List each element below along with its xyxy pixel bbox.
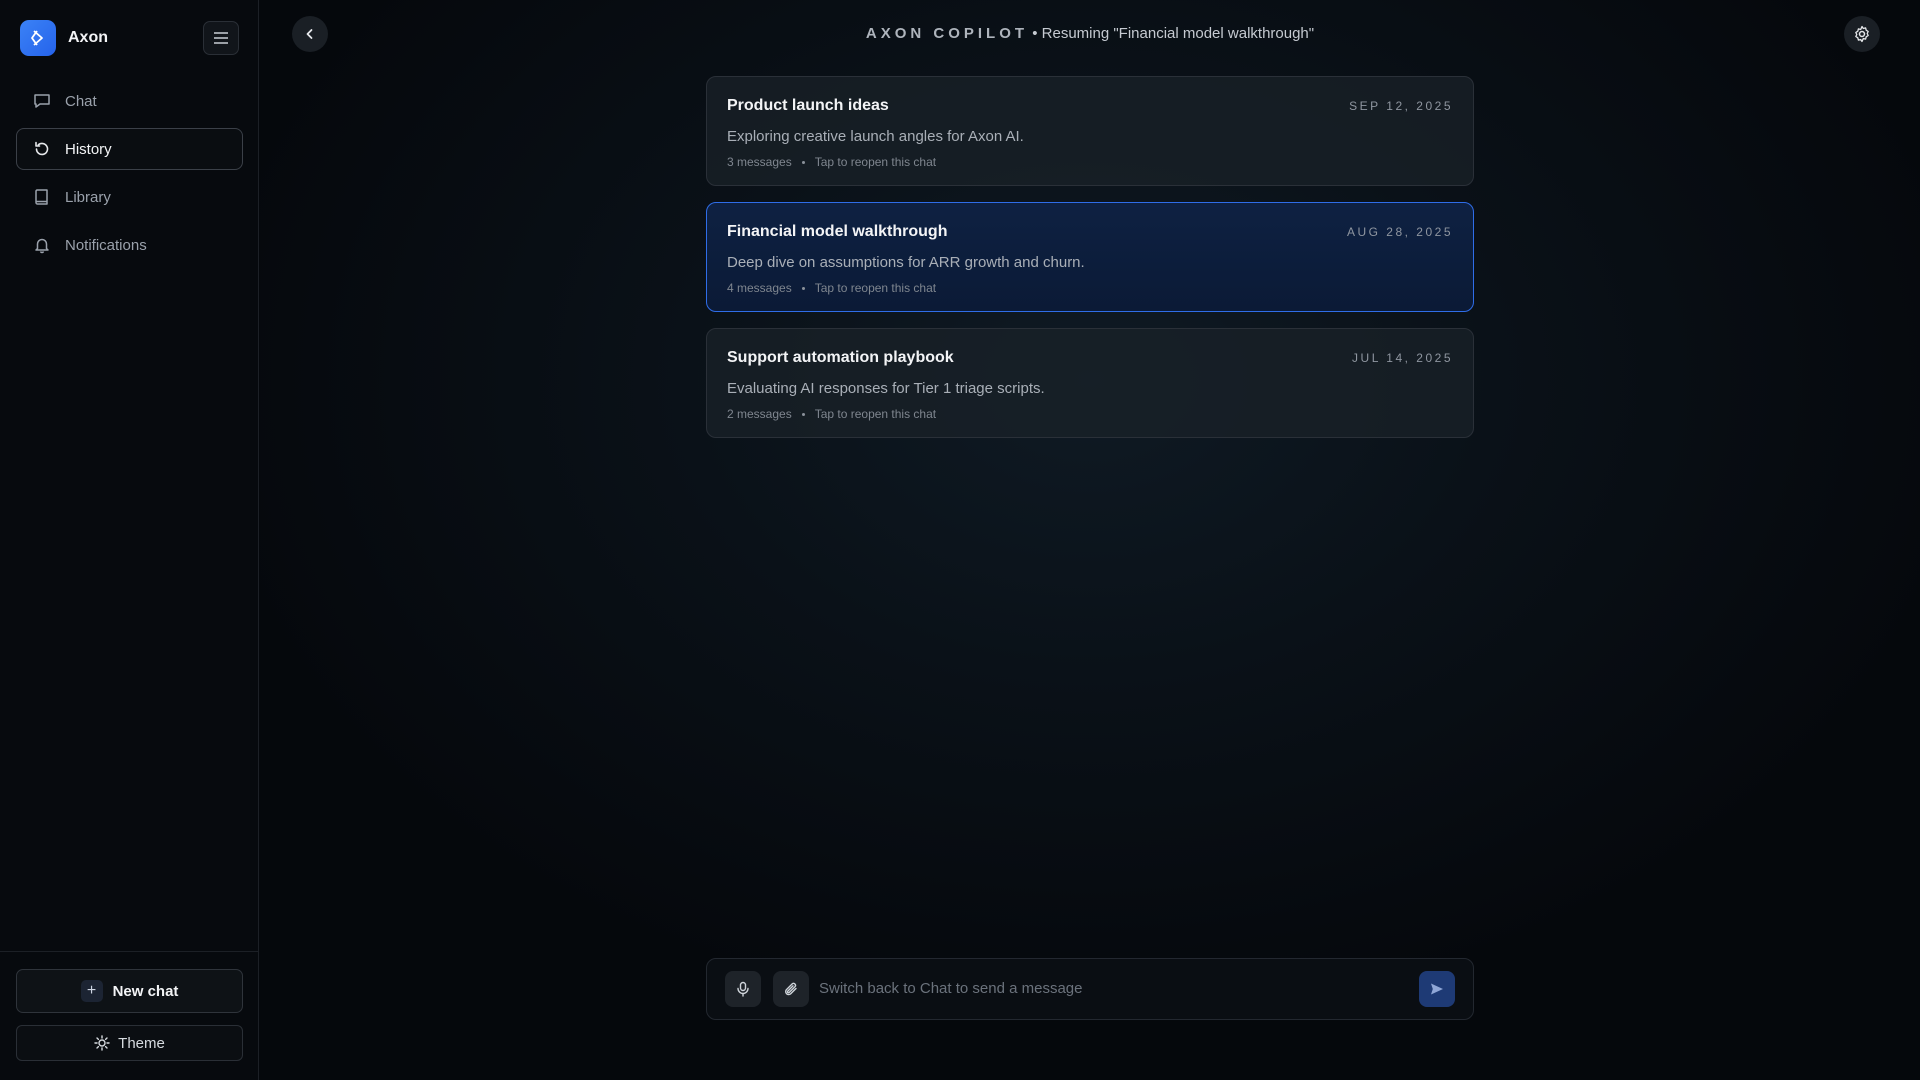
title-status: Resuming "Financial model walkthrough" [1041,25,1315,42]
hamburger-icon [214,32,228,44]
menu-toggle-button[interactable] [203,21,239,55]
main-panel: AXON COPILOT • Resuming "Financial model… [260,0,1920,1080]
new-chat-button[interactable]: + New chat [16,969,243,1013]
plus-icon: + [80,980,103,1002]
app-name: Axon [68,29,108,46]
settings-button[interactable] [1844,16,1880,52]
microphone-button[interactable] [725,971,761,1007]
meta-dot [801,160,805,164]
sidebar: Axon Chat History Library Notifications … [0,0,259,1080]
reopen-hint: Tap to reopen this chat [814,407,937,421]
history-icon [35,141,49,156]
brand[interactable]: Axon [20,20,108,56]
attach-button[interactable] [773,971,809,1007]
sidebar-item-library[interactable]: Library [16,176,243,218]
microphone-icon [737,981,749,997]
card-meta: 3 messages Tap to reopen this chat [727,155,936,169]
page-title: AXON COPILOT • Resuming "Financial model… [260,25,1920,42]
message-count: 4 messages [727,281,792,295]
sidebar-nav: Chat History Library Notifications [16,80,243,272]
message-count: 3 messages [727,155,792,169]
card-description: Exploring creative launch angles for Axo… [727,128,1024,145]
card-date: JUL 14, 2025 [1352,351,1453,365]
history-card[interactable]: Product launch ideas SEP 12, 2025 Explor… [706,76,1474,186]
message-count: 2 messages [727,407,792,421]
paperclip-icon [785,982,797,996]
chat-bubble-icon [34,94,50,108]
history-card[interactable]: Support automation playbook JUL 14, 2025… [706,328,1474,438]
card-title: Product launch ideas [727,97,889,114]
sidebar-item-notifications[interactable]: Notifications [16,224,243,266]
sidebar-footer: + New chat Theme [0,951,259,1080]
history-list: Product launch ideas SEP 12, 2025 Explor… [706,76,1474,454]
card-date: AUG 28, 2025 [1346,225,1453,239]
sun-icon [94,1035,110,1051]
card-description: Evaluating AI responses for Tier 1 triag… [727,380,1045,397]
card-title: Financial model walkthrough [727,223,948,240]
sidebar-item-label: History [65,140,112,158]
meta-dot [801,286,805,290]
card-meta: 4 messages Tap to reopen this chat [727,281,936,295]
card-date: SEP 12, 2025 [1349,99,1453,113]
card-meta: 2 messages Tap to reopen this chat [727,407,936,421]
sidebar-item-label: Library [65,188,111,206]
axon-logo-icon [20,20,56,56]
send-button[interactable] [1419,971,1455,1007]
theme-label: Theme [118,1034,165,1052]
bell-icon [35,238,49,254]
card-title: Support automation playbook [727,349,954,366]
book-icon [35,189,48,205]
sidebar-item-chat[interactable]: Chat [16,80,243,122]
history-card-selected[interactable]: Financial model walkthrough AUG 28, 2025… [706,202,1474,312]
title-brand: AXON COPILOT [865,25,1029,42]
reopen-hint: Tap to reopen this chat [814,281,937,295]
title-separator: • [1032,25,1038,42]
new-chat-label: New chat [112,982,179,1000]
sidebar-item-label: Notifications [65,236,147,254]
sidebar-item-label: Chat [65,92,97,110]
meta-dot [801,412,805,416]
sidebar-item-history[interactable]: History [16,128,243,170]
message-composer [706,958,1474,1020]
gear-icon [1855,25,1869,43]
reopen-hint: Tap to reopen this chat [814,155,937,169]
message-input[interactable] [819,980,1379,997]
send-icon [1431,983,1443,995]
card-description: Deep dive on assumptions for ARR growth … [727,254,1085,271]
theme-button[interactable]: Theme [16,1025,243,1061]
